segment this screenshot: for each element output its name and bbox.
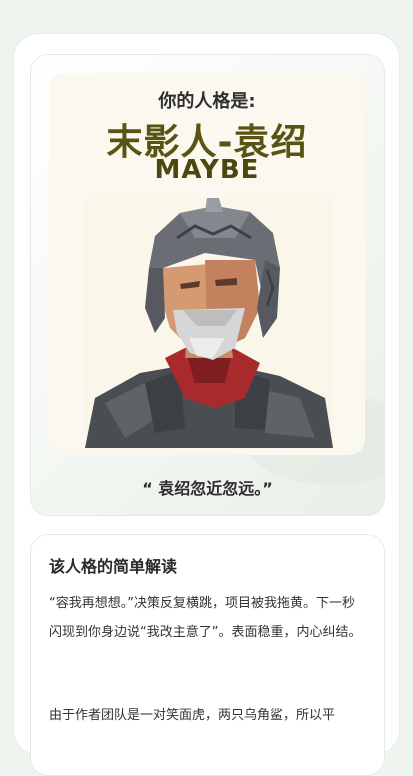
warrior-portrait-icon (85, 198, 333, 448)
personality-code: MAYBE (154, 155, 260, 185)
interpretation-card: 该人格的简单解读 “容我再想想。”决策反复横跳，项目被我拖黄。下一秒闪现到你身边… (30, 534, 385, 776)
interpretation-heading: 该人格的简单解读 (49, 557, 178, 576)
result-header-panel: 你的人格是: 末影人-袁绍 MAYBE (49, 73, 365, 455)
personality-quote: “ 袁绍忽近忽远。” (142, 479, 273, 498)
result-page-card: 你的人格是: 末影人-袁绍 MAYBE “ 袁绍忽近忽远。” 该人格的简单解读 … (14, 34, 399, 776)
interpretation-paragraph-1: “容我再想想。”决策反复横跳，项目被我拖黄。下一秒闪现到你身边说“我改主意了”。… (49, 596, 362, 640)
interpretation-paragraph-2: 由于作者团队是一对笑面虎，两只乌角鲨，所以平 (49, 708, 336, 723)
result-pre-title: 你的人格是: (158, 91, 256, 112)
personality-result-card: 你的人格是: 末影人-袁绍 MAYBE “ 袁绍忽近忽远。” (30, 54, 385, 516)
